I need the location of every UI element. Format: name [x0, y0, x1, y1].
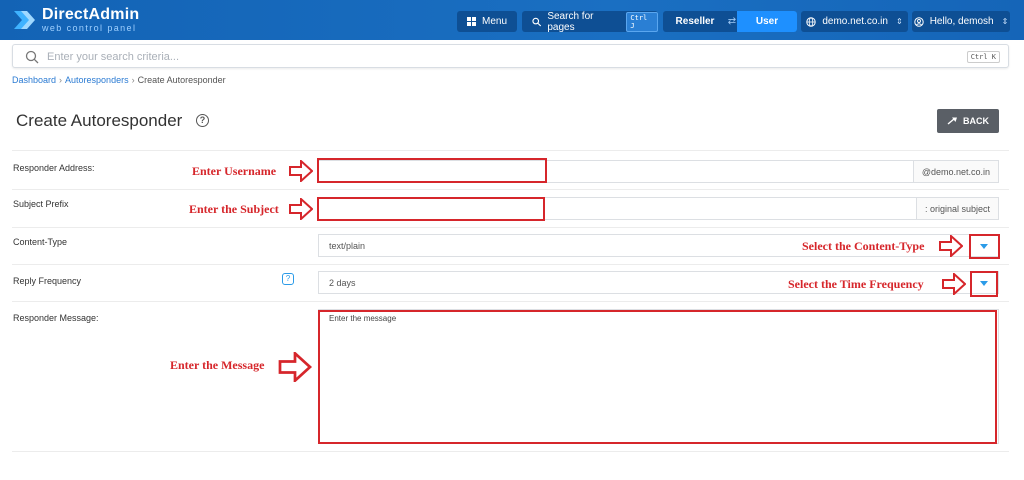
red-arrow-right-icon	[942, 273, 966, 295]
row-divider	[12, 189, 1009, 190]
menu-label: Menu	[481, 16, 507, 27]
red-arrow-right-icon	[289, 198, 313, 220]
role-switch[interactable]: Reseller ⇄ User	[663, 11, 797, 32]
global-search-bar: Ctrl K	[12, 44, 1009, 68]
breadcrumb-current: Create Autoresponder	[137, 75, 226, 85]
breadcrumb-autoresponders[interactable]: Autoresponders	[65, 75, 129, 85]
breadcrumb: Dashboard › Autoresponders › Create Autoresp…	[12, 75, 226, 85]
row-divider	[12, 150, 1009, 151]
swap-arrows-icon: ⇄	[727, 16, 737, 27]
arrow-back-icon	[947, 117, 957, 125]
subject-prefix-label: Subject Prefix	[13, 199, 69, 209]
breadcrumb-dashboard[interactable]: Dashboard	[12, 75, 56, 85]
reply-frequency-value: 2 days	[329, 278, 356, 288]
breadcrumb-separator: ›	[131, 75, 135, 85]
red-arrow-right-icon	[289, 160, 313, 182]
search-icon	[25, 50, 39, 64]
help-icon[interactable]: ?	[282, 273, 294, 285]
help-circle-icon[interactable]: ?	[196, 114, 209, 127]
brand-logo[interactable]: DirectAdmin web control panel	[12, 5, 139, 35]
responder-domain-suffix: @demo.net.co.in	[912, 161, 998, 182]
red-arrow-right-icon	[939, 235, 963, 257]
brand-title: DirectAdmin	[42, 6, 140, 23]
annotation-username: Enter Username	[192, 164, 277, 178]
responder-address-label: Responder Address:	[13, 163, 95, 173]
grid-icon	[466, 17, 476, 26]
annotation-subject: Enter the Subject	[189, 202, 279, 216]
top-navbar: DirectAdmin web control panel Menu Searc…	[0, 0, 1024, 40]
user-menu[interactable]: Hello, demosh ⇕	[912, 11, 1010, 32]
back-label: BACK	[963, 116, 989, 126]
domain-selector[interactable]: demo.net.co.in ⇕	[801, 11, 908, 32]
role-reseller-option[interactable]: Reseller	[663, 11, 727, 32]
annotation-message: Enter the Message	[170, 358, 265, 372]
updown-chevron-icon: ⇕	[895, 17, 903, 26]
role-user-option[interactable]: User	[737, 11, 797, 32]
back-button[interactable]: BACK	[937, 109, 999, 133]
row-divider	[12, 227, 1009, 228]
search-pages-button[interactable]: Search for pages Ctrl J	[522, 10, 658, 33]
directadmin-logo-icon	[14, 11, 35, 29]
page-title: Create Autoresponder	[16, 111, 183, 130]
annotation-subject-box	[317, 197, 545, 221]
breadcrumb-separator: ›	[59, 75, 63, 85]
user-circle-icon	[913, 16, 924, 27]
annotation-content-type-box	[969, 234, 1000, 259]
domain-label: demo.net.co.in	[822, 16, 888, 27]
updown-chevron-icon: ⇕	[1001, 17, 1009, 26]
search-pages-label: Search for pages	[547, 10, 594, 33]
brand-text: DirectAdmin web control panel	[42, 7, 139, 33]
hello-label: Hello, demosh	[929, 16, 994, 27]
global-search-input[interactable]	[47, 48, 947, 65]
app-root: DirectAdmin web control panel Menu Searc…	[0, 0, 1024, 480]
content-type-value: text/plain	[329, 241, 366, 251]
globe-icon	[806, 16, 817, 27]
brand-subtitle: web control panel	[42, 23, 137, 33]
reply-frequency-label: Reply Frequency	[13, 276, 82, 286]
global-search-shortcut: Ctrl K	[966, 51, 1000, 63]
menu-button[interactable]: Menu	[457, 11, 517, 32]
search-icon	[532, 17, 542, 26]
red-arrow-right-icon	[278, 352, 313, 382]
row-divider	[12, 451, 1009, 452]
row-divider	[12, 301, 1009, 302]
row-divider	[12, 264, 1009, 265]
annotation-time-frequency: Select the Time Frequency	[788, 277, 924, 291]
subject-suffix: : original subject	[915, 198, 998, 219]
annotation-username-box	[317, 158, 547, 183]
annotation-time-frequency-box	[970, 271, 998, 297]
annotation-content-type: Select the Content-Type	[802, 239, 925, 253]
search-pages-shortcut: Ctrl J	[626, 11, 658, 32]
responder-message-label: Responder Message:	[13, 313, 99, 323]
annotation-message-box	[318, 310, 997, 444]
content-type-label: Content-Type	[13, 237, 68, 247]
